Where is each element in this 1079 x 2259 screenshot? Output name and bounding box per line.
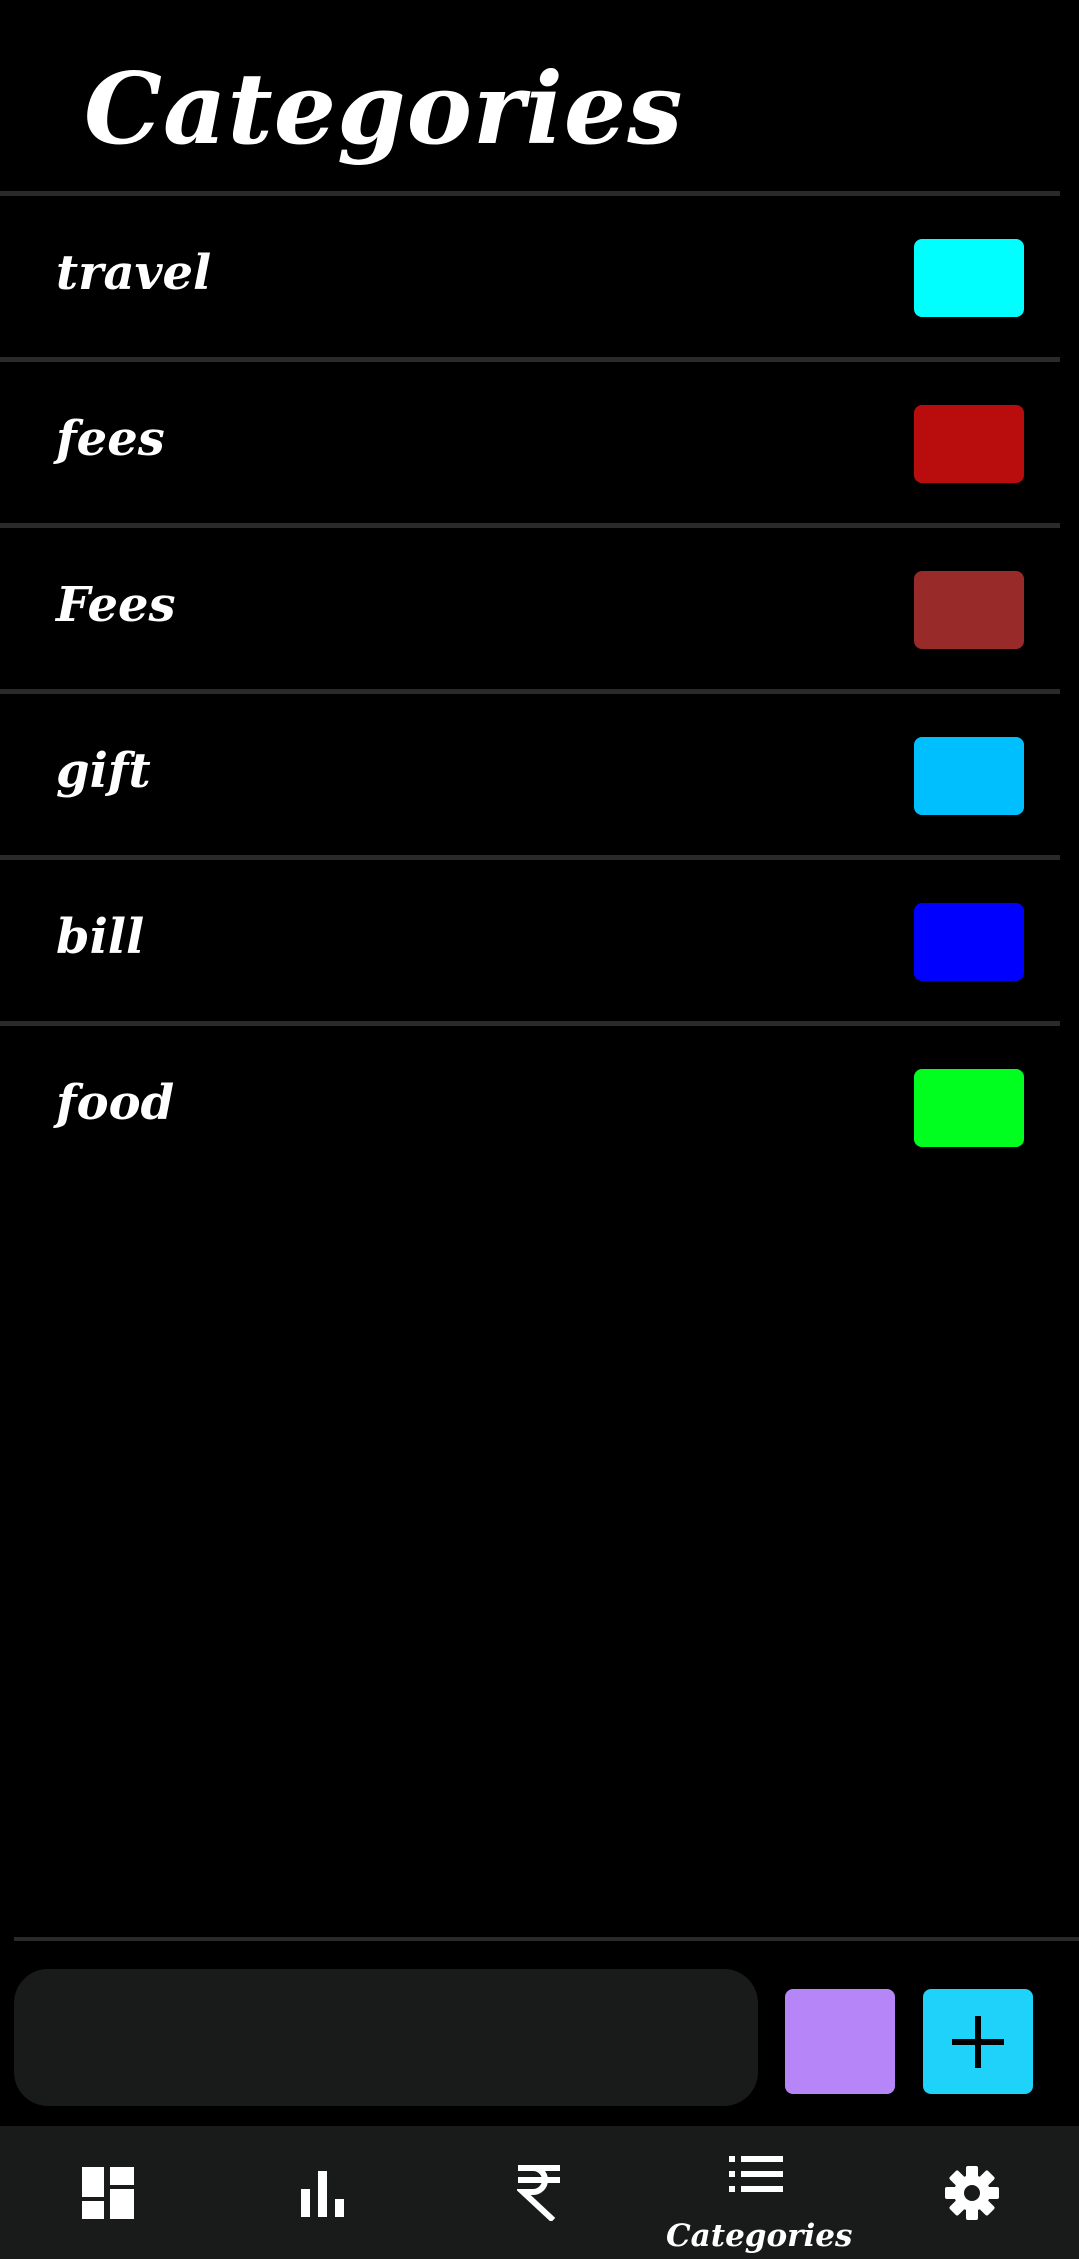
rupee-icon — [517, 2164, 560, 2221]
nav-statistics[interactable] — [263, 2126, 383, 2259]
category-name: fees — [56, 411, 165, 467]
category-row-bill[interactable]: bill — [0, 855, 1060, 1021]
category-color-swatch[interactable] — [914, 903, 1024, 981]
category-color-swatch[interactable] — [914, 737, 1024, 815]
nav-categories-label: Categories — [666, 2218, 853, 2254]
category-color-swatch[interactable] — [914, 239, 1024, 317]
color-picker-button[interactable] — [785, 1989, 895, 2094]
page-title: Categories — [84, 52, 684, 167]
nav-transactions[interactable] — [479, 2126, 599, 2259]
category-name: Fees — [56, 577, 176, 633]
bar-chart-icon — [301, 2170, 344, 2217]
category-row-travel[interactable]: travel — [0, 191, 1060, 357]
category-row-food[interactable]: food — [0, 1021, 1060, 1187]
nav-dashboard[interactable] — [48, 2126, 168, 2259]
category-row-fees-capitalized[interactable]: Fees — [0, 523, 1060, 689]
category-name: gift — [56, 743, 151, 799]
category-color-swatch[interactable] — [914, 571, 1024, 649]
bottom-navigation: Categories — [0, 2126, 1079, 2259]
category-color-swatch[interactable] — [914, 1069, 1024, 1147]
category-list: travel fees Fees gift bill food — [0, 191, 1060, 1187]
gear-icon — [945, 2165, 999, 2220]
category-name: food — [56, 1075, 175, 1131]
nav-categories[interactable]: Categories — [666, 2126, 853, 2259]
form-divider — [14, 1937, 1079, 1941]
category-row-fees[interactable]: fees — [0, 357, 1060, 523]
category-name: travel — [56, 245, 212, 301]
category-name-input[interactable] — [14, 1969, 758, 2106]
category-color-swatch[interactable] — [914, 405, 1024, 483]
category-name: bill — [56, 909, 145, 965]
plus-icon — [952, 2015, 1004, 2068]
add-category-button[interactable] — [923, 1989, 1033, 2094]
category-row-gift[interactable]: gift — [0, 689, 1060, 855]
list-icon — [729, 2156, 783, 2192]
nav-settings[interactable] — [912, 2126, 1032, 2259]
dashboard-icon — [82, 2166, 134, 2219]
